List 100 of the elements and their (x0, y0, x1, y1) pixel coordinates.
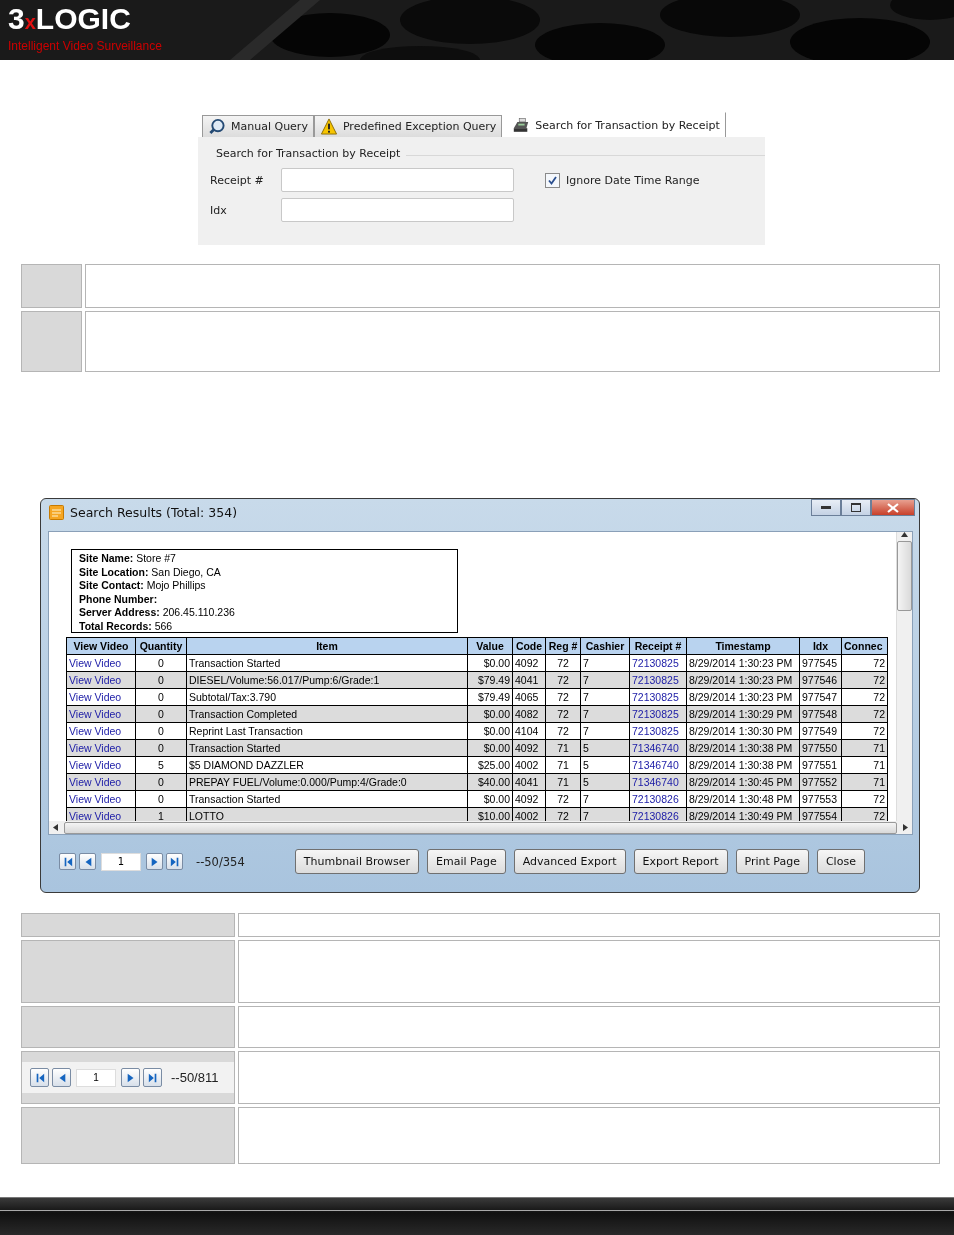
last-icon (147, 1072, 158, 1083)
table-cell: $79.49 (467, 688, 513, 706)
table-cell: 7 (580, 722, 630, 740)
toolbar-button[interactable]: Print Page (735, 849, 809, 874)
table-cell: 7 (580, 790, 630, 808)
first-icon (34, 1072, 45, 1083)
column-header[interactable]: Value (467, 637, 513, 655)
right-arrow-icon[interactable] (903, 824, 908, 831)
maximize-button[interactable] (841, 499, 871, 516)
table-cell: 977545 (799, 654, 842, 672)
toolbar-button[interactable]: Close (816, 849, 865, 874)
table-cell: 8/29/2014 1:30:38 PM (686, 756, 800, 774)
table-link[interactable]: 72130826 (629, 790, 687, 808)
previous-page-button[interactable] (52, 1068, 71, 1087)
last-page-button[interactable] (166, 853, 183, 870)
table-link[interactable]: 72130825 (629, 688, 687, 706)
next-page-button[interactable] (146, 853, 163, 870)
vertical-scrollbar[interactable] (896, 532, 912, 821)
column-header[interactable]: Receipt # (629, 637, 687, 655)
table-link[interactable]: View Video (66, 722, 136, 740)
column-header[interactable]: Item (186, 637, 468, 655)
column-header[interactable]: Connec (841, 637, 888, 655)
next-page-button[interactable] (121, 1068, 140, 1087)
column-header[interactable]: Idx (799, 637, 842, 655)
last-page-button[interactable] (143, 1068, 162, 1087)
table-cell: $5 DIAMOND DAZZLER (186, 756, 468, 774)
table-cell (21, 264, 82, 308)
cash-register-icon (512, 116, 531, 134)
first-page-button[interactable] (30, 1068, 49, 1087)
minimize-icon (821, 505, 831, 510)
site-info-line: Site Name: Store #7 (79, 552, 177, 566)
table-cell: 72 (545, 722, 581, 740)
table-cell: 7 (580, 654, 630, 672)
up-arrow-icon[interactable] (901, 532, 908, 537)
notepad-icon (49, 504, 64, 520)
field-label: Idx (210, 203, 228, 217)
table-cell: 977553 (799, 790, 842, 808)
table-cell: 8/29/2014 1:30:23 PM (686, 688, 800, 706)
column-header[interactable]: Cashier (580, 637, 630, 655)
table-cell: 4104 (512, 722, 546, 740)
table-cell: Transaction Started (186, 790, 468, 808)
maximize-icon (851, 503, 861, 512)
table-cell: Reprint Last Transaction (186, 722, 468, 740)
table-link[interactable]: View Video (66, 790, 136, 808)
query-tab[interactable]: Predefined Exception Query (313, 115, 503, 137)
column-header[interactable]: Timestamp (686, 637, 800, 655)
toolbar-button[interactable]: Email Page (427, 849, 506, 874)
table-cell: 977551 (799, 756, 842, 774)
previous-page-button[interactable] (79, 853, 96, 870)
table-cell: 8/29/2014 1:30:48 PM (686, 790, 800, 808)
table-link[interactable]: 72130825 (629, 722, 687, 740)
table-cell: 4092 (512, 790, 546, 808)
query-tab[interactable]: Manual Query (202, 115, 314, 137)
page-field[interactable]: 1 (76, 1068, 116, 1087)
table-link[interactable]: 72130825 (629, 654, 687, 672)
table-cell: 71 (841, 756, 888, 774)
table-cell: $25.00 (467, 756, 513, 774)
column-header[interactable]: Quantity (135, 637, 187, 655)
close-button[interactable] (871, 499, 915, 516)
table-cell: 7 (580, 688, 630, 706)
table-cell: 4002 (512, 756, 546, 774)
record-range: --50/354 (196, 854, 245, 869)
table-cell: 0 (135, 722, 187, 740)
table-link[interactable]: View Video (66, 654, 136, 672)
toolbar-button[interactable]: Advanced Export (513, 849, 626, 874)
first-icon (62, 856, 73, 867)
table-link[interactable]: 71346740 (629, 756, 687, 774)
toolbar-button[interactable]: Export Report (633, 849, 728, 874)
magnifier-icon (208, 118, 226, 135)
table-cell: 8/29/2014 1:30:30 PM (686, 722, 800, 740)
left-arrow-icon[interactable] (53, 824, 58, 831)
table-link[interactable]: View Video (66, 688, 136, 706)
column-header[interactable]: Code (512, 637, 546, 655)
scrollbar-thumb[interactable] (897, 541, 912, 611)
close-icon (887, 502, 899, 513)
table-cell: 0 (135, 688, 187, 706)
table-cell: 72 (545, 688, 581, 706)
table-cell (21, 311, 82, 372)
table-cell: 72 (841, 790, 888, 808)
input-field[interactable] (281, 168, 514, 192)
table-cell: 72 (841, 722, 888, 740)
table-cell: Transaction Started (186, 654, 468, 672)
table-cell: 5 (135, 756, 187, 774)
toolbar-button[interactable]: Thumbnail Browser (294, 849, 420, 874)
column-header[interactable]: Reg # (545, 637, 581, 655)
minimize-button[interactable] (811, 499, 841, 516)
page-field[interactable]: 1 (101, 852, 141, 871)
tagline: Intelligent Video Surveillance (8, 39, 162, 53)
site-info-line: Server Address: 206.45.110.236 (79, 606, 236, 620)
first-page-button[interactable] (59, 853, 76, 870)
window-title: Search Results (Total: 354) (70, 504, 238, 520)
input-field[interactable] (281, 198, 514, 222)
table-cell: $0.00 (467, 654, 513, 672)
logo: 3xLOGIC (8, 2, 131, 37)
column-header[interactable]: View Video (66, 637, 136, 655)
table-cell: 72 (545, 790, 581, 808)
table-link[interactable]: View Video (66, 756, 136, 774)
site-info-line: Total Records: 566 (79, 619, 174, 634)
site-info-line: Site Location: San Diego, CA (79, 565, 222, 580)
checkbox[interactable] (545, 172, 560, 188)
